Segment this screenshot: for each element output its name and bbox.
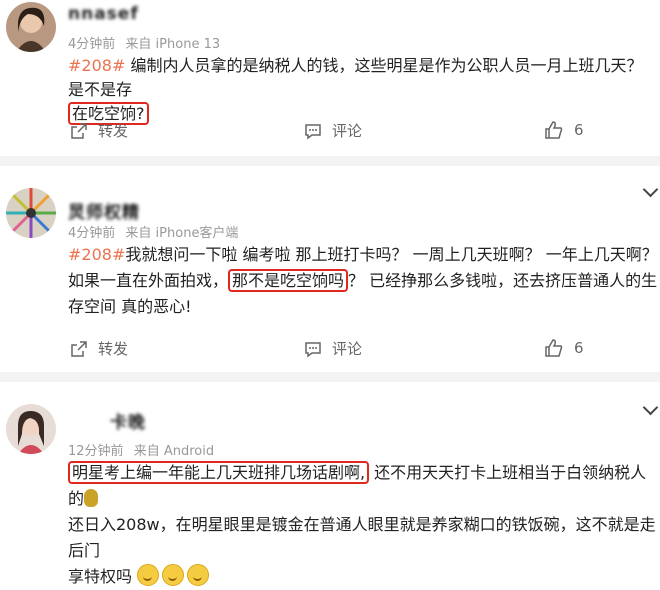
username[interactable]: 卡晚 bbox=[110, 408, 146, 433]
chevron-down-icon[interactable] bbox=[642, 181, 659, 198]
forward-button[interactable]: 转发 bbox=[70, 338, 128, 359]
topic-tag[interactable]: #208# bbox=[68, 245, 125, 264]
smile-emoji bbox=[187, 564, 210, 586]
comment-button[interactable]: 评论 bbox=[304, 120, 362, 141]
post-time: 4分钟前 bbox=[68, 226, 116, 241]
comment-icon bbox=[305, 123, 321, 139]
highlight-box: 明星考上编一年能上几天班排几场话剧啊, bbox=[68, 461, 370, 484]
action-bar: 转发 评论 6 bbox=[0, 338, 660, 362]
avatar[interactable] bbox=[6, 2, 56, 52]
money-bag-emoji bbox=[84, 489, 99, 507]
comment-label: 评论 bbox=[332, 122, 363, 140]
post-source: 来自 Android bbox=[133, 444, 215, 459]
post-source: 来自 iPhone 13 bbox=[125, 37, 221, 52]
like-button[interactable]: 6 bbox=[544, 120, 584, 140]
comment-label: 评论 bbox=[332, 340, 363, 358]
post-meta: 4分钟前 来自 iPhone客户端 bbox=[68, 222, 238, 241]
avatar[interactable] bbox=[6, 188, 56, 238]
post-text-part: 还日入208w，在明星眼里是镀金在普通人眼里就是养家糊口的铁饭碗，这不就是走后门 bbox=[68, 515, 656, 560]
like-button[interactable]: 6 bbox=[544, 338, 584, 358]
highlight-box: 那不是吃空饷吗 bbox=[228, 269, 349, 292]
like-count: 6 bbox=[574, 339, 584, 357]
like-count: 6 bbox=[574, 121, 584, 139]
post-time: 12分钟前 bbox=[68, 444, 124, 459]
action-bar: 转发 评论 6 bbox=[0, 120, 660, 144]
forward-label: 转发 bbox=[98, 122, 129, 140]
forward-icon bbox=[71, 122, 87, 139]
like-icon bbox=[545, 339, 563, 357]
forward-button[interactable]: 转发 bbox=[70, 120, 128, 141]
separator bbox=[0, 372, 660, 382]
forward-label: 转发 bbox=[98, 340, 129, 358]
smile-emoji bbox=[137, 564, 160, 586]
post-text: #208# 编制内人员拿的是纳税人的钱，这些明星是作为公职人员一月上班几天？是不… bbox=[68, 54, 658, 126]
post-meta: 4分钟前 来自 iPhone 13 bbox=[68, 33, 220, 52]
username[interactable]: 炅师权精 bbox=[68, 198, 140, 223]
post-meta: 12分钟前 来自 Android bbox=[68, 440, 214, 459]
topic-tag[interactable]: #208# bbox=[68, 56, 125, 75]
like-icon bbox=[545, 121, 563, 139]
comment-icon bbox=[305, 341, 321, 357]
separator bbox=[0, 156, 660, 166]
username[interactable]: nnasef bbox=[68, 4, 139, 24]
comment-button[interactable]: 评论 bbox=[304, 338, 362, 359]
smile-emoji bbox=[162, 564, 185, 586]
avatar[interactable] bbox=[6, 404, 56, 454]
post-text: 明星考上编一年能上几天班排几场话剧啊, 还不用天天打卡上班相当于白领纳税人的 还… bbox=[68, 460, 658, 590]
post-text-part: 享特权吗 bbox=[68, 567, 133, 586]
post-text-part: 编制内人员拿的是纳税人的钱，这些明星是作为公职人员一月上班几天？是不是存 bbox=[68, 56, 643, 99]
post-time: 4分钟前 bbox=[68, 37, 116, 52]
chevron-down-icon[interactable] bbox=[642, 399, 659, 416]
post-source: 来自 iPhone客户端 bbox=[125, 226, 239, 241]
forward-icon bbox=[71, 340, 87, 357]
post-text: #208#我就想问一下啦 编考啦 那上班打卡吗？ 一周上几天班啊？ 一年上几天啊… bbox=[68, 242, 658, 320]
